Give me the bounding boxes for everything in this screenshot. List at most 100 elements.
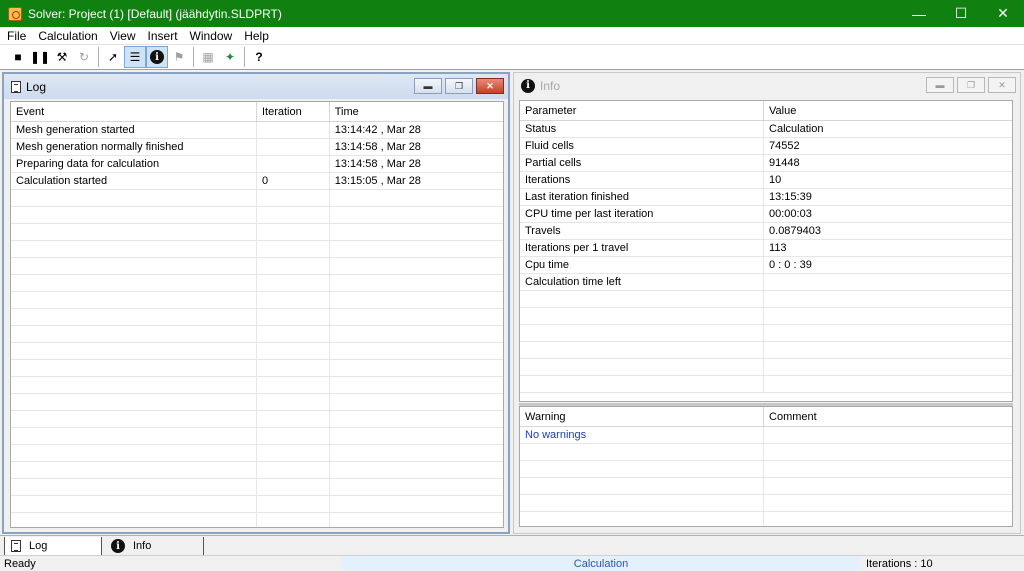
log-row[interactable] [11, 275, 503, 292]
menu-window[interactable]: Window [184, 27, 239, 45]
log-row[interactable] [11, 309, 503, 326]
log-row[interactable] [11, 479, 503, 496]
stop-icon[interactable]: ■ [7, 46, 29, 68]
log-row[interactable] [11, 496, 503, 513]
log-row[interactable]: Calculation started 0 13:15:05 , Mar 28 [11, 173, 503, 190]
log-row[interactable] [11, 411, 503, 428]
log-row-cell [11, 275, 257, 291]
pause-icon[interactable]: ❚❚ [29, 46, 51, 68]
log-row-cell [11, 292, 257, 308]
menu-help[interactable]: Help [238, 27, 275, 45]
pin-icon[interactable]: ➚ [102, 46, 124, 68]
tab-log[interactable]: Log [4, 537, 102, 555]
info-row[interactable]: Partial cells 91448 [520, 155, 1012, 172]
info-row[interactable]: Last iteration finished 13:15:39 [520, 189, 1012, 206]
warning-row[interactable]: No warnings [520, 427, 1012, 444]
warning-row-cell [520, 512, 765, 526]
info-row[interactable] [520, 325, 1012, 342]
log-row[interactable] [11, 207, 503, 224]
info-row[interactable]: Status Calculation [520, 121, 1012, 138]
title-bar: Solver: Project (1) [Default] (jäähdytin… [0, 0, 1024, 27]
log-row[interactable] [11, 513, 503, 527]
palette-icon[interactable]: ✦ [219, 46, 241, 68]
info-row[interactable]: Calculation time left [520, 274, 1012, 291]
info-row[interactable]: Travels 0.0879403 [520, 223, 1012, 240]
info-row[interactable]: CPU time per last iteration 00:00:03 [520, 206, 1012, 223]
menu-view[interactable]: View [104, 27, 142, 45]
log-row[interactable] [11, 462, 503, 479]
log-row[interactable] [11, 360, 503, 377]
info-row[interactable] [520, 359, 1012, 376]
log-row[interactable] [11, 326, 503, 343]
toolbar-separator [244, 47, 245, 67]
column-header-warning[interactable]: Warning [520, 407, 765, 426]
close-button[interactable]: ✕ [982, 0, 1024, 27]
column-header-time[interactable]: Time [330, 102, 503, 121]
log-row[interactable] [11, 445, 503, 462]
warning-row-cell [764, 478, 1012, 494]
info-row[interactable] [520, 342, 1012, 359]
log-row[interactable] [11, 394, 503, 411]
log-restore-button[interactable]: ❐ [445, 78, 473, 94]
toolbar-separator [193, 47, 194, 67]
tab-info[interactable]: i Info [102, 537, 204, 555]
log-row-cell [257, 275, 330, 291]
minimize-button[interactable]: — [898, 0, 940, 27]
log-row[interactable] [11, 241, 503, 258]
column-header-value[interactable]: Value [764, 101, 1012, 120]
log-minimize-button[interactable]: ▬ [414, 78, 442, 94]
info-row-cell [764, 274, 1012, 290]
refresh-icon[interactable]: ↻ [73, 46, 95, 68]
warning-row[interactable] [520, 444, 1012, 461]
info-row-cell [764, 376, 1012, 392]
log-row-cell [257, 122, 330, 138]
warning-row[interactable] [520, 495, 1012, 512]
log-icon[interactable]: ☰ [124, 46, 146, 68]
column-header-comment[interactable]: Comment [764, 407, 1012, 426]
log-row-cell [330, 513, 503, 527]
column-header-event[interactable]: Event [11, 102, 257, 121]
menu-calculation[interactable]: Calculation [32, 27, 103, 45]
column-header-parameter[interactable]: Parameter [520, 101, 765, 120]
log-row[interactable] [11, 258, 503, 275]
log-row-cell [11, 496, 257, 512]
log-panel-title: Log [26, 79, 47, 94]
info-close-button[interactable]: ✕ [988, 77, 1016, 93]
flag-icon[interactable]: ⚑ [168, 46, 190, 68]
log-row[interactable] [11, 190, 503, 207]
log-row[interactable]: Mesh generation normally finished 13:14:5… [11, 139, 503, 156]
info-row[interactable] [520, 308, 1012, 325]
log-row[interactable]: Preparing data for calculation 13:14:58 ,… [11, 156, 503, 173]
log-row-cell [257, 156, 330, 172]
log-row[interactable] [11, 292, 503, 309]
wrench-icon[interactable]: ⚒ [51, 46, 73, 68]
log-row[interactable] [11, 343, 503, 360]
menu-file[interactable]: File [0, 27, 32, 45]
menu-insert[interactable]: Insert [142, 27, 184, 45]
info-panel-icon: i [521, 78, 535, 93]
log-row[interactable] [11, 377, 503, 394]
info-minimize-button[interactable]: ▬ [926, 77, 954, 93]
log-close-button[interactable]: ✕ [476, 78, 504, 94]
info-row[interactable]: Fluid cells 74552 [520, 138, 1012, 155]
warning-row[interactable] [520, 478, 1012, 495]
log-row[interactable] [11, 428, 503, 445]
grid-icon[interactable]: ▦ [197, 46, 219, 68]
warning-row[interactable] [520, 512, 1012, 526]
column-header-iteration[interactable]: Iteration [257, 102, 330, 121]
info-restore-button[interactable]: ❐ [957, 77, 985, 93]
warning-row[interactable] [520, 461, 1012, 478]
maximize-button[interactable]: ☐ [940, 0, 982, 27]
info-row[interactable]: Iterations per 1 travel 113 [520, 240, 1012, 257]
info-panel-title: Info [540, 78, 561, 93]
log-row-cell [330, 445, 503, 461]
log-row[interactable] [11, 224, 503, 241]
info-row-cell: 0 : 0 : 39 [769, 259, 812, 271]
log-row[interactable]: Mesh generation started 13:14:42 , Mar 28 [11, 122, 503, 139]
info-row[interactable] [520, 291, 1012, 308]
info-icon[interactable]: i [146, 46, 168, 68]
help-icon[interactable]: ? [248, 46, 270, 68]
info-row[interactable]: Iterations 10 [520, 172, 1012, 189]
info-row[interactable]: Cpu time 0 : 0 : 39 [520, 257, 1012, 274]
info-row[interactable] [520, 376, 1012, 393]
